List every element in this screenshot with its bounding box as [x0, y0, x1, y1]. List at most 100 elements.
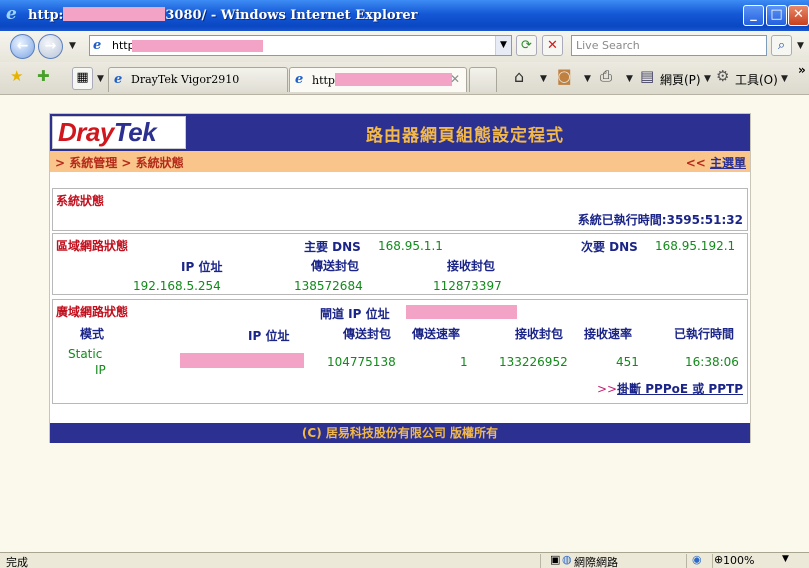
- window-title: http: 3080/ - Windows Internet Explorer: [28, 7, 418, 23]
- tab-close-icon[interactable]: ✕: [450, 72, 460, 86]
- status-divider: [540, 554, 541, 568]
- security-zone[interactable]: 網際網路: [574, 554, 618, 568]
- minimize-button[interactable]: _: [743, 5, 764, 26]
- wan-ip-header: IP 位址: [248, 329, 290, 343]
- page-menu[interactable]: 網頁(P): [660, 71, 701, 88]
- feeds-icon[interactable]: ◙: [557, 67, 572, 85]
- tab-label: http: [312, 74, 335, 87]
- wan-rx-rate-value: 451: [616, 355, 639, 369]
- add-favorite-icon[interactable]: ✚: [37, 67, 50, 85]
- status-divider: [686, 554, 687, 568]
- toolbar-overflow-icon[interactable]: »: [798, 63, 806, 77]
- router-panel: DrayTek 路由器網頁組態設定程式 > 系統管理 > 系統狀態 << 主選單…: [49, 113, 751, 443]
- system-status-section: 系統狀態 系統已執行時間:3595:51:32: [52, 188, 748, 231]
- search-icon[interactable]: ⌕: [771, 35, 792, 56]
- tools-gear-icon: ⚙: [716, 67, 730, 85]
- close-window-button[interactable]: ✕: [788, 5, 809, 26]
- main-menu-link[interactable]: 主選單: [710, 156, 746, 170]
- status-divider: [712, 554, 713, 568]
- draytek-logo: DrayTek: [52, 116, 186, 149]
- status-bar: 完成 ▣ ◍ 網際網路 ◉ ⊕ 100% ▼: [0, 552, 809, 568]
- redacted-wan-ip: [180, 353, 304, 368]
- tab-page-icon: e: [114, 72, 123, 87]
- address-bar[interactable]: e http: ▼: [89, 35, 512, 56]
- disconnect-link-row: >>掛斷 PPPoE 或 PPTP: [596, 382, 743, 396]
- protected-mode-icon: ▣: [550, 553, 561, 566]
- header-title: 路由器網頁組態設定程式: [366, 126, 564, 146]
- redacted-tab-url: [334, 73, 452, 86]
- redacted-gateway-ip: [406, 305, 517, 319]
- zoom-level[interactable]: 100%: [723, 554, 754, 567]
- tab-bar: ★ ✚ ▦ ▼ e DrayTek Vigor2910 e http ✕ ⌂ ▼…: [0, 62, 809, 95]
- system-status-title: 系統狀態: [56, 194, 105, 208]
- home-dropdown-icon[interactable]: ▼: [540, 74, 547, 84]
- stop-icon[interactable]: ✕: [542, 35, 563, 56]
- secondary-dns-label: 次要 DNS: [581, 240, 638, 254]
- page-content: DrayTek 路由器網頁組態設定程式 > 系統管理 > 系統狀態 << 主選單…: [0, 96, 809, 552]
- wan-mode-line2: IP: [95, 363, 106, 377]
- print-dropdown-icon[interactable]: ▼: [626, 74, 633, 84]
- primary-dns-label: 主要 DNS: [304, 240, 361, 254]
- search-options-icon[interactable]: ▼: [797, 41, 804, 51]
- zoom-dropdown-icon[interactable]: ▼: [782, 554, 789, 564]
- wan-mode-line1: Static: [68, 347, 103, 361]
- wan-status-title: 廣域網路狀態: [56, 305, 129, 319]
- redacted-url: [132, 40, 263, 52]
- lan-rx-header: 接收封包: [447, 259, 496, 273]
- wan-uptime-header: 已執行時間: [674, 327, 735, 341]
- lan-ip-header: IP 位址: [181, 260, 223, 274]
- search-input[interactable]: Live Search: [571, 35, 767, 56]
- main-menu-nav: << 主選單: [685, 156, 746, 170]
- feeds-dropdown-icon[interactable]: ▼: [584, 74, 591, 84]
- favorites-star-icon[interactable]: ★: [10, 67, 23, 85]
- page-menu-dropdown-icon[interactable]: ▼: [704, 74, 711, 84]
- wan-status-section: 廣域網路狀態 閘道 IP 位址 模式 IP 位址 傳送封包 傳送速率 接收封包 …: [52, 299, 748, 404]
- lan-rx-value: 112873397: [433, 279, 502, 293]
- page-icon: e: [93, 38, 102, 53]
- uptime: 系統已執行時間:3595:51:32: [577, 213, 743, 227]
- breadcrumb-bar: > 系統管理 > 系統狀態 << 主選單: [50, 151, 750, 172]
- tools-dropdown-icon[interactable]: ▼: [781, 74, 788, 84]
- gateway-ip-label: 閘道 IP 位址: [320, 307, 390, 321]
- lan-tx-value: 138572684: [294, 279, 363, 293]
- forward-button[interactable]: →: [38, 34, 63, 59]
- address-dropdown-icon[interactable]: ▼: [495, 36, 511, 55]
- zoom-icon: ⊕: [714, 553, 724, 566]
- ie-logo-icon: e: [6, 4, 17, 24]
- refresh-icon[interactable]: ⟳: [516, 35, 537, 56]
- tab-draytek[interactable]: e DrayTek Vigor2910: [108, 67, 288, 92]
- tab-active[interactable]: e http ✕: [289, 67, 467, 92]
- wan-tx-value: 104775138: [327, 355, 396, 369]
- redacted-host: [63, 7, 166, 21]
- lan-ip-value: 192.168.5.254: [133, 279, 221, 293]
- popup-blocker-icon[interactable]: ◉: [692, 553, 702, 566]
- print-icon[interactable]: ⎙: [600, 67, 612, 85]
- page-menu-icon: ▤: [640, 67, 655, 85]
- router-header: DrayTek 路由器網頁組態設定程式: [50, 114, 750, 151]
- maximize-button[interactable]: □: [766, 5, 787, 26]
- wan-rx-value: 133226952: [499, 355, 568, 369]
- wan-mode-header: 模式: [80, 327, 105, 341]
- tools-menu[interactable]: 工具(O): [735, 71, 778, 88]
- wan-tx-rate-header: 傳送速率: [412, 327, 461, 341]
- wan-rx-rate-header: 接收速率: [584, 327, 633, 341]
- wan-rx-header: 接收封包: [515, 327, 564, 341]
- tab-list-dropdown-icon[interactable]: ▼: [97, 74, 104, 84]
- disconnect-pppoe-pptp-link[interactable]: 掛斷 PPPoE 或 PPTP: [617, 382, 743, 396]
- new-tab-button[interactable]: [469, 67, 497, 92]
- wan-tx-rate-value: 1: [460, 355, 468, 369]
- breadcrumb: > 系統管理 > 系統狀態: [55, 156, 184, 170]
- copyright-footer: (C) 居易科技股份有限公司 版權所有: [50, 423, 750, 443]
- lan-status-title: 區域網路狀態: [56, 239, 129, 253]
- wan-uptime-value: 16:38:06: [685, 355, 739, 369]
- wan-tx-header: 傳送封包: [343, 327, 392, 341]
- back-button[interactable]: ←: [10, 34, 35, 59]
- history-dropdown-icon[interactable]: ▼: [69, 41, 76, 51]
- primary-dns-value: 168.95.1.1: [378, 239, 443, 253]
- tab-label: DrayTek Vigor2910: [131, 73, 240, 86]
- window-title-bar: e http: 3080/ - Windows Internet Explorer…: [0, 0, 809, 31]
- quick-tabs-icon[interactable]: ▦: [72, 67, 93, 90]
- internet-zone-icon: ◍: [562, 553, 572, 566]
- lan-tx-header: 傳送封包: [311, 259, 360, 273]
- home-icon[interactable]: ⌂: [514, 67, 524, 86]
